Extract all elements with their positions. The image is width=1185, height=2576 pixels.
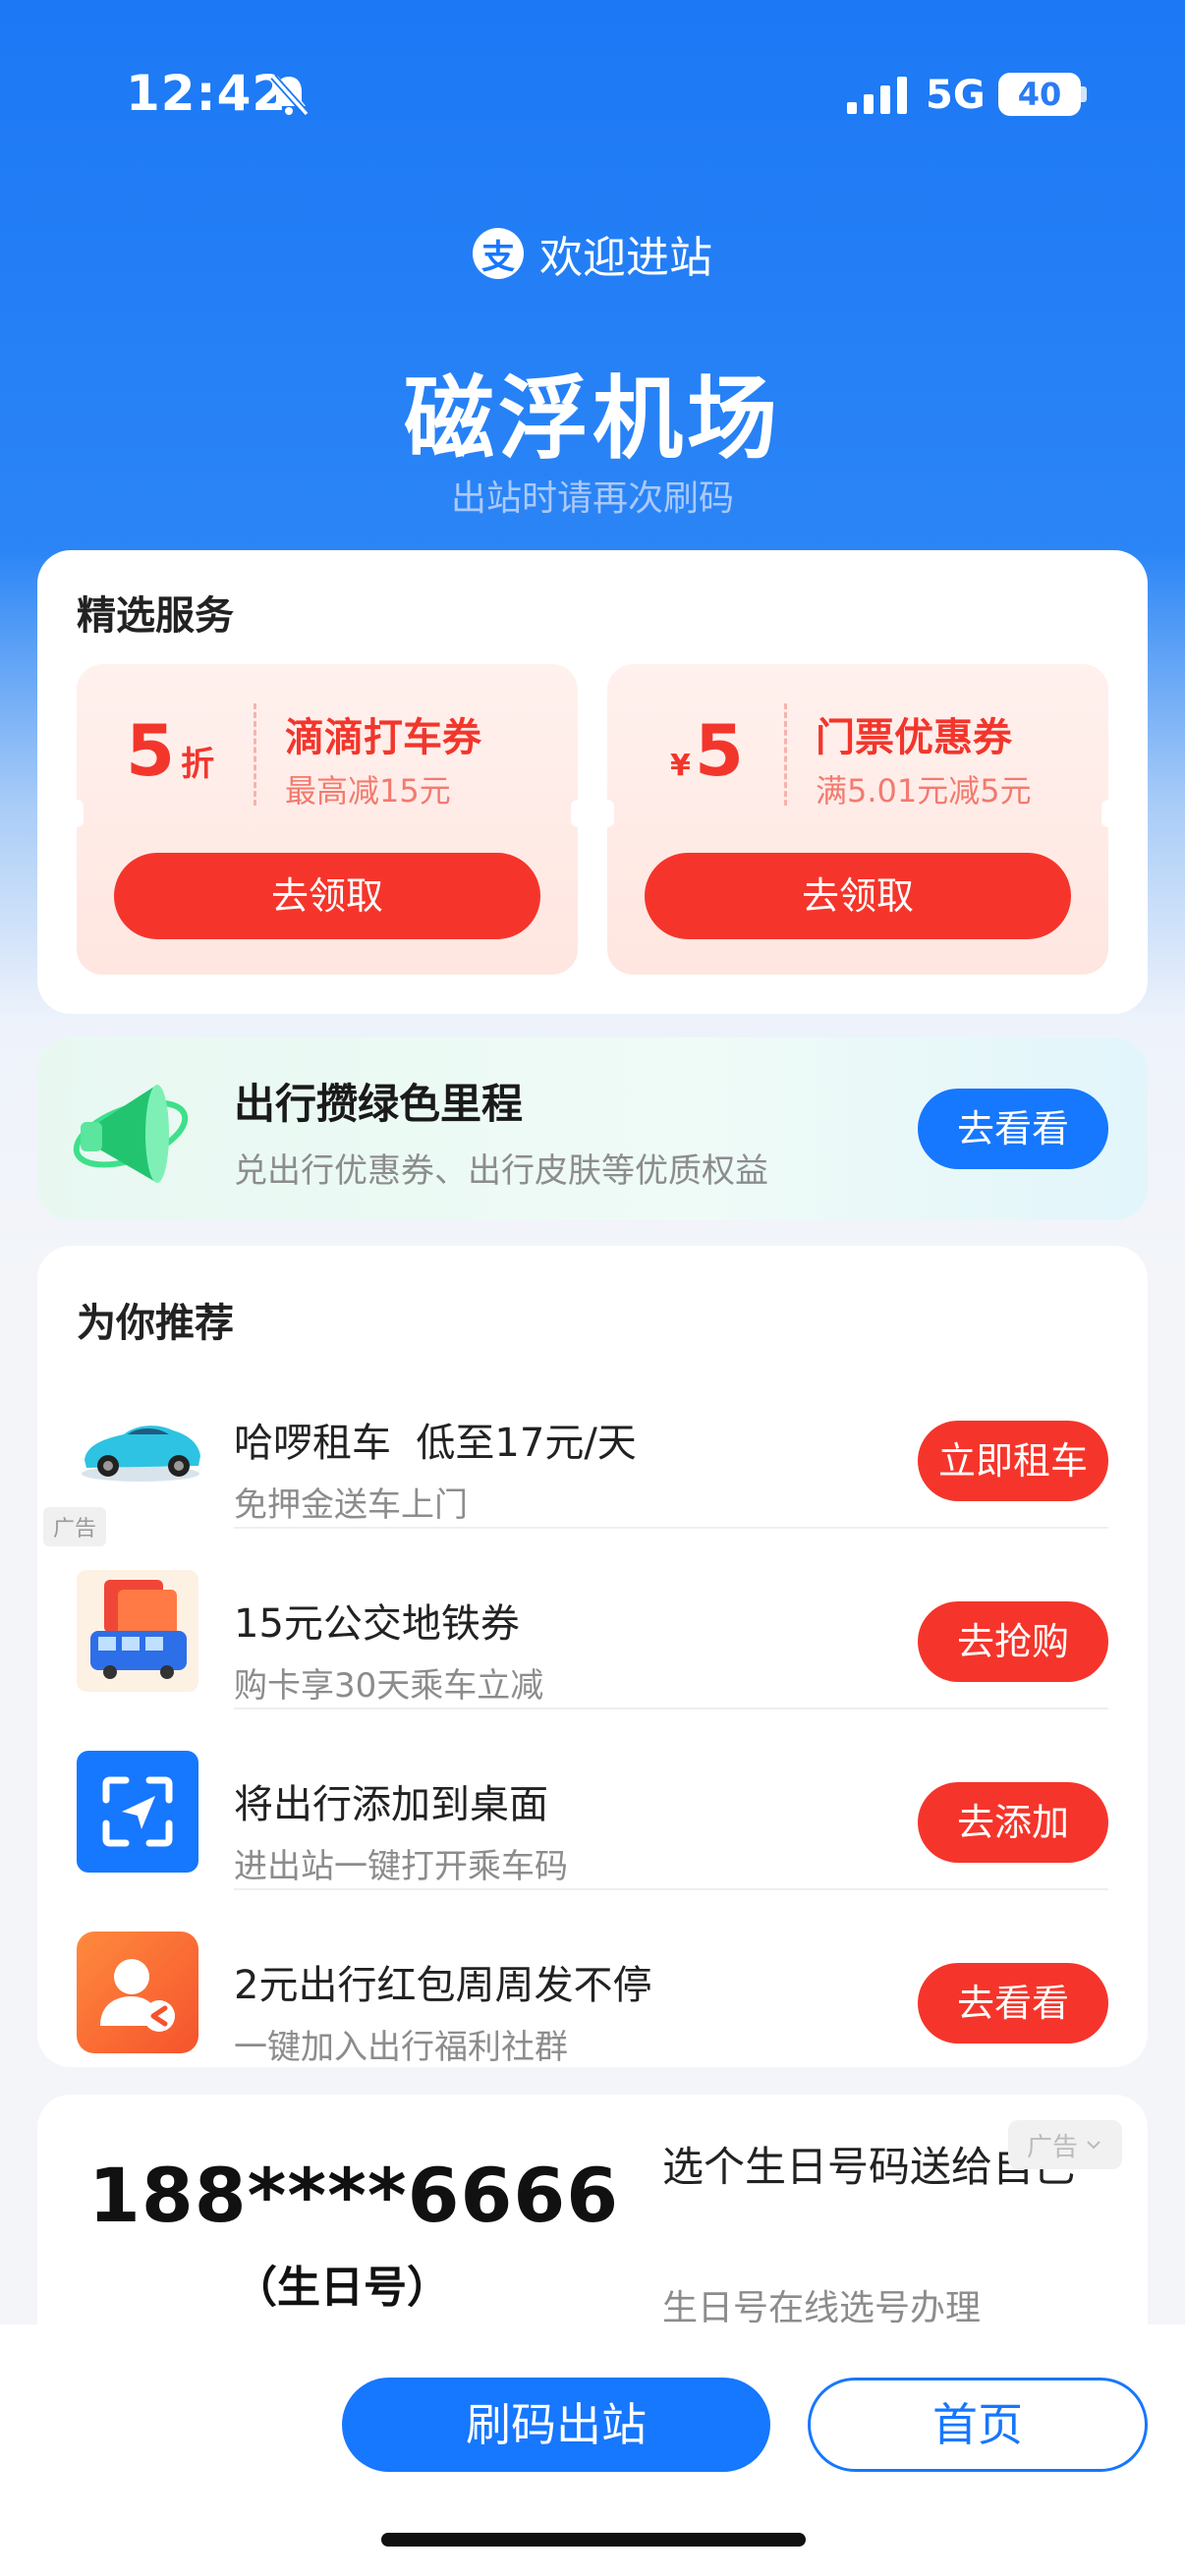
coupon-discount-unit: 折 bbox=[181, 745, 215, 784]
divider bbox=[234, 1888, 1108, 1890]
item-desc: 进出站一键打开乘车码 bbox=[234, 1847, 568, 1886]
number-tag: （生日号） bbox=[234, 2263, 450, 2313]
coupon-desc: 满5.01元减5元 bbox=[816, 772, 1032, 810]
recommend-title: 为你推荐 bbox=[77, 1301, 234, 1346]
item-title: 2元出行红包周周发不停 bbox=[234, 1963, 652, 2008]
item-title: 将出行添加到桌面 bbox=[234, 1782, 548, 1827]
add-button[interactable]: 去添加 bbox=[918, 1782, 1108, 1863]
bell-muted-icon bbox=[270, 74, 310, 117]
group-icon bbox=[77, 1932, 198, 2053]
coupon-separator bbox=[254, 703, 256, 806]
coupon-amount: 5 bbox=[694, 709, 744, 792]
coupon-value: ¥ 5 bbox=[670, 709, 744, 792]
scan-exit-button[interactable]: 刷码出站 bbox=[342, 2378, 770, 2472]
station-name: 磁浮机场 bbox=[403, 366, 781, 472]
rent-car-button[interactable]: 立即租车 bbox=[918, 1421, 1108, 1501]
divider bbox=[234, 1708, 1108, 1709]
exit-hint: 出站时请再次刷码 bbox=[450, 478, 734, 519]
item-title: 哈啰租车 低至17元/天 bbox=[234, 1421, 637, 1466]
chevron-down-icon bbox=[1087, 2141, 1100, 2150]
list-item[interactable]: 广告 哈啰租车 低至17元/天 免押金送车上门 立即租车 bbox=[37, 1370, 1148, 1550]
ad-tag: 广告 bbox=[43, 1507, 107, 1546]
divider bbox=[234, 1527, 1108, 1529]
green-desc: 兑出行优惠券、出行皮肤等优质权益 bbox=[234, 1151, 768, 1191]
list-item[interactable]: 将出行添加到桌面 进出站一键打开乘车码 去添加 bbox=[37, 1731, 1148, 1912]
phone-number: 188****6666 bbox=[88, 2152, 620, 2239]
status-time: 12:42 bbox=[126, 65, 288, 122]
list-item[interactable]: 2元出行红包周周发不停 一键加入出行福利社群 去看看 bbox=[37, 1912, 1148, 2067]
coupon-name: 滴滴打车券 bbox=[285, 715, 481, 760]
ad-desc: 生日号在线选号办理 bbox=[662, 2288, 982, 2328]
coupon-didi: 5 折 滴滴打车券 最高减15元 去领取 bbox=[70, 664, 585, 975]
coupon-value: 5 折 bbox=[126, 709, 214, 792]
coupon-desc: 最高减15元 bbox=[285, 772, 451, 810]
coupon-discount-number: 5 bbox=[126, 709, 176, 792]
coupon-currency: ¥ bbox=[670, 749, 691, 783]
recommend-card: 为你推荐 广告 哈啰租车 低至17元/天 免押金送车上门 立即租车 15元公交地… bbox=[37, 1246, 1148, 2067]
coupon-notch bbox=[600, 800, 614, 827]
battery-icon: 40 bbox=[998, 73, 1081, 116]
network-type: 5G bbox=[926, 73, 986, 118]
signal-icon bbox=[847, 77, 907, 114]
coupon-notch bbox=[1101, 800, 1115, 827]
green-view-button[interactable]: 去看看 bbox=[918, 1089, 1108, 1169]
claim-button[interactable]: 去领取 bbox=[114, 853, 540, 939]
services-title: 精选服务 bbox=[77, 593, 234, 639]
bus-coupon-icon bbox=[77, 1570, 198, 1692]
home-button[interactable]: 首页 bbox=[808, 2378, 1148, 2472]
coupon-ticket: ¥ 5 门票优惠券 满5.01元减5元 去领取 bbox=[600, 664, 1115, 975]
ad-badge[interactable]: 广告 bbox=[1008, 2120, 1122, 2169]
green-title: 出行攒绿色里程 bbox=[234, 1080, 524, 1128]
services-card: 精选服务 5 折 滴滴打车券 最高减15元 去领取 ¥ 5 门票优惠券 满5.0… bbox=[37, 550, 1148, 1014]
coupon-notch bbox=[571, 800, 585, 827]
megaphone-icon bbox=[73, 1085, 189, 1183]
welcome-row: 支 欢迎进站 bbox=[0, 222, 1185, 285]
buy-button[interactable]: 去抢购 bbox=[918, 1601, 1108, 1682]
coupon-separator bbox=[784, 703, 787, 806]
car-icon bbox=[82, 1426, 200, 1482]
list-item[interactable]: 15元公交地铁券 购卡享30天乘车立减 去抢购 bbox=[37, 1550, 1148, 1731]
item-desc: 一键加入出行福利社群 bbox=[234, 2028, 568, 2067]
item-desc: 免押金送车上门 bbox=[234, 1485, 468, 1525]
battery-tip bbox=[1081, 86, 1087, 102]
welcome-text: 欢迎进站 bbox=[539, 233, 712, 283]
ad-badge-label: 广告 bbox=[1026, 2132, 1078, 2162]
view-button[interactable]: 去看看 bbox=[918, 1963, 1108, 2044]
item-desc: 购卡享30天乘车立减 bbox=[234, 1666, 544, 1706]
alipay-logo-icon: 支 bbox=[473, 228, 524, 279]
coupon-name: 门票优惠券 bbox=[816, 715, 1012, 760]
item-title: 15元公交地铁券 bbox=[234, 1601, 520, 1647]
home-indicator bbox=[381, 2533, 806, 2547]
scan-icon bbox=[77, 1751, 198, 1873]
coupon-notch bbox=[70, 800, 84, 827]
claim-button[interactable]: 去领取 bbox=[645, 853, 1071, 939]
green-mileage-banner[interactable]: 出行攒绿色里程 兑出行优惠券、出行皮肤等优质权益 去看看 bbox=[37, 1037, 1148, 1220]
